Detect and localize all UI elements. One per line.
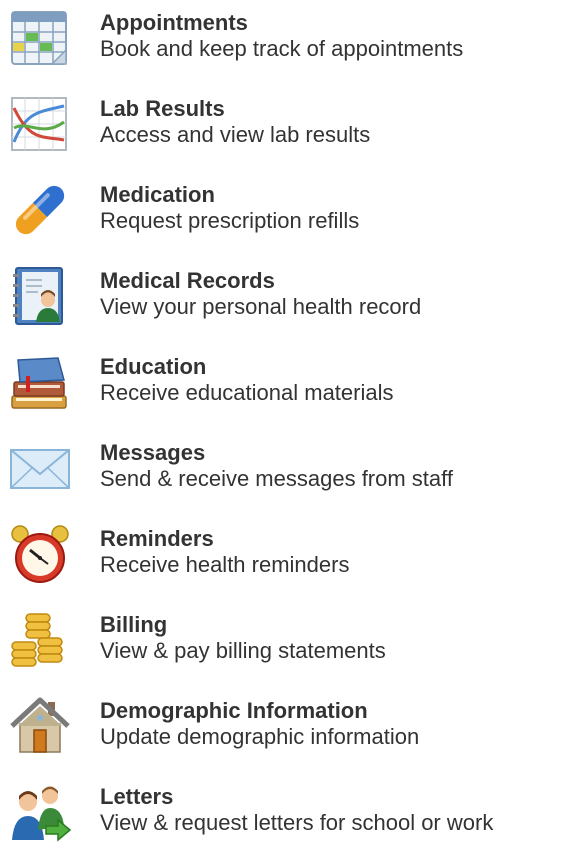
menu-item-description: View your personal health record — [100, 294, 422, 319]
menu-item-description: Access and view lab results — [100, 122, 371, 147]
people-letter-icon — [8, 780, 72, 844]
menu-item-description: Update demographic information — [100, 724, 420, 749]
menu-item-letters[interactable]: Letters View & request letters for schoo… — [0, 780, 577, 860]
menu-item-title: Reminders — [100, 526, 214, 551]
menu-item-description: Send & receive messages from staff — [100, 466, 453, 491]
menu-item-demographic-information[interactable]: Demographic Information Update demograph… — [0, 694, 577, 774]
chart-icon — [8, 92, 72, 156]
alarm-clock-icon — [8, 522, 72, 586]
pill-icon — [8, 178, 72, 242]
menu-item-title: Demographic Information — [100, 698, 368, 723]
menu-item-description: Book and keep track of appointments — [100, 36, 464, 61]
menu-item-description: View & request letters for school or wor… — [100, 810, 494, 835]
calendar-icon — [8, 6, 72, 70]
menu-item-title: Appointments — [100, 10, 248, 35]
menu-item-appointments[interactable]: Appointments Book and keep track of appo… — [0, 6, 577, 86]
menu-item-medical-records[interactable]: Medical Records View your personal healt… — [0, 264, 577, 344]
menu-item-title: Lab Results — [100, 96, 225, 121]
envelope-icon — [8, 436, 72, 500]
menu-item-description: View & pay billing statements — [100, 638, 386, 663]
menu-item-description: Receive health reminders — [100, 552, 350, 577]
menu-item-title: Medication — [100, 182, 215, 207]
menu-item-messages[interactable]: Messages Send & receive messages from st… — [0, 436, 577, 516]
house-icon — [8, 694, 72, 758]
menu-item-medication[interactable]: Medication Request prescription refills — [0, 178, 577, 258]
menu-item-title: Billing — [100, 612, 168, 637]
menu-item-title: Letters — [100, 784, 174, 809]
menu-item-title: Medical Records — [100, 268, 275, 293]
menu-item-reminders[interactable]: Reminders Receive health reminders — [0, 522, 577, 602]
menu-item-title: Messages — [100, 440, 206, 465]
coins-icon — [8, 608, 72, 672]
menu-item-billing[interactable]: Billing View & pay billing statements — [0, 608, 577, 688]
portal-menu-list: Appointments Book and keep track of appo… — [0, 0, 577, 861]
menu-item-description: Receive educational materials — [100, 380, 394, 405]
menu-item-description: Request prescription refills — [100, 208, 360, 233]
menu-item-education[interactable]: Education Receive educational materials — [0, 350, 577, 430]
menu-item-title: Education — [100, 354, 207, 379]
records-icon — [8, 264, 72, 328]
books-icon — [8, 350, 72, 414]
menu-item-lab-results[interactable]: Lab Results Access and view lab results — [0, 92, 577, 172]
